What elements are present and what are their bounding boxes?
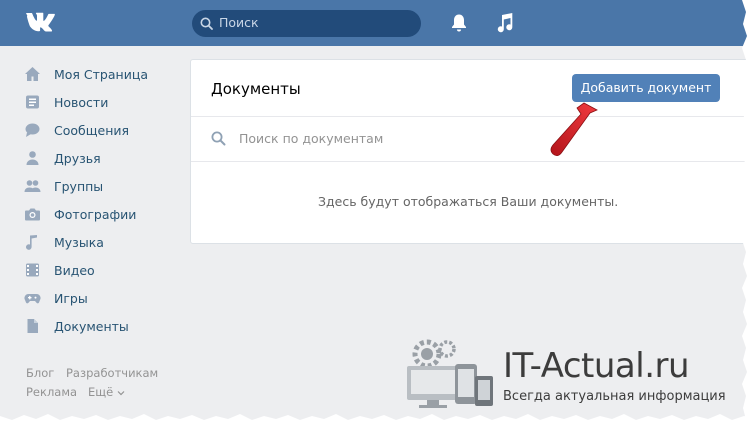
footer-link-ads[interactable]: Реклама (26, 385, 77, 399)
sidebar-item-games[interactable]: Игры (24, 284, 184, 312)
friends-icon (26, 151, 39, 165)
it-actual-logo-icon (407, 339, 493, 408)
search-icon (211, 131, 226, 146)
video-icon (26, 263, 39, 277)
sidebar-item-label: Новости (54, 95, 109, 110)
divider (191, 161, 752, 162)
documents-icon (27, 319, 38, 333)
sidebar-item-music[interactable]: Музыка (24, 228, 184, 256)
add-document-button[interactable]: Добавить документ (572, 74, 720, 102)
sidebar-item-video[interactable]: Видео (24, 256, 184, 284)
footer-link-blog[interactable]: Блог (26, 366, 54, 380)
footer-link-more[interactable]: Ещё (88, 385, 125, 399)
sidebar-item-friends[interactable]: Друзья (24, 144, 184, 172)
news-icon (26, 95, 39, 109)
music-note-icon[interactable] (496, 12, 514, 34)
page-title: Документы (211, 80, 301, 98)
sidebar-item-documents[interactable]: Документы (24, 312, 184, 340)
sidebar-item-label: Музыка (54, 235, 104, 250)
sidebar-item-groups[interactable]: Группы (24, 172, 184, 200)
sidebar-item-photos[interactable]: Фотографии (24, 200, 184, 228)
torn-edge-bottom (0, 414, 752, 424)
bell-icon[interactable] (450, 13, 468, 33)
sidebar-item-label: Друзья (54, 151, 101, 166)
divider (191, 116, 752, 117)
games-icon (24, 293, 41, 304)
messages-icon (25, 123, 40, 137)
photos-icon (25, 208, 40, 221)
watermark-title: IT-Actual.ru (503, 346, 690, 386)
sidebar-item-label: Сообщения (54, 123, 130, 138)
documents-search-input[interactable] (239, 128, 739, 148)
sidebar-item-label: Фотографии (54, 207, 137, 222)
home-icon (25, 67, 40, 81)
sidebar-item-messages[interactable]: Сообщения (24, 116, 184, 144)
music-icon (26, 235, 37, 250)
search-icon (200, 17, 213, 30)
header-search[interactable]: Поиск (192, 10, 421, 37)
sidebar-item-label: Группы (54, 179, 104, 194)
watermark-subtitle: Всегда актуальная информация (503, 389, 726, 404)
sidebar-item-news[interactable]: Новости (24, 88, 184, 116)
vk-logo-icon[interactable] (26, 11, 62, 35)
sidebar-item-label: Документы (54, 319, 129, 334)
top-header: Поиск (0, 0, 752, 46)
groups-icon (24, 180, 41, 192)
empty-state-message: Здесь будут отображаться Ваши документы. (318, 194, 619, 209)
footer-more-label: Ещё (88, 385, 114, 399)
header-search-placeholder: Поиск (219, 15, 259, 30)
chevron-down-icon (117, 390, 125, 395)
sidebar-item-label: Игры (54, 291, 88, 306)
sidebar-item-label: Моя Страница (54, 67, 148, 82)
sidebar-item-label: Видео (54, 263, 95, 278)
torn-edge-right (742, 0, 752, 424)
documents-panel: Документы Добавить документ Здесь будут … (190, 59, 752, 244)
red-arrow-icon (550, 102, 598, 156)
sidebar-item-my-page[interactable]: Моя Страница (24, 60, 184, 88)
footer-link-developers[interactable]: Разработчикам (66, 366, 158, 380)
